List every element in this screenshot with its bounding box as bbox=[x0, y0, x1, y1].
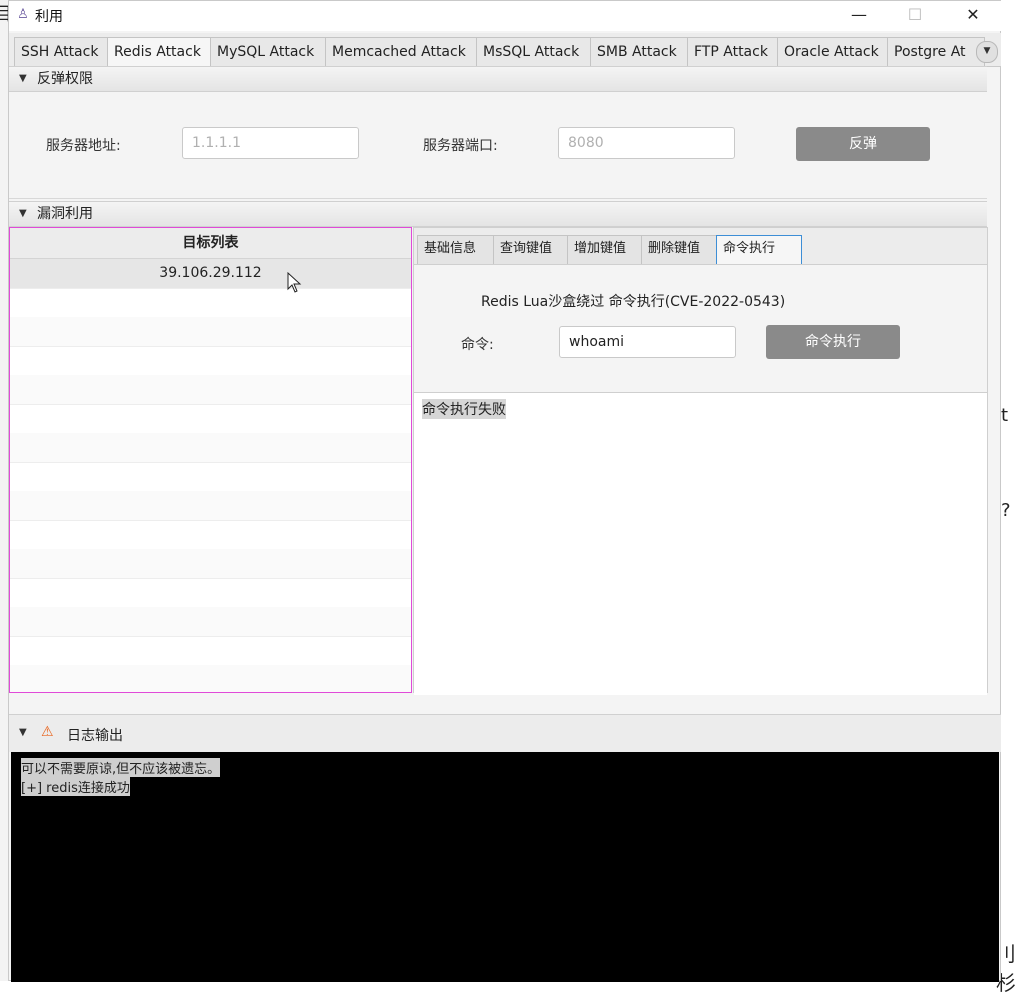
exploit-subtab-bar: 基础信息 查询键值 增加键值 删除键值 命令执行 bbox=[414, 228, 987, 265]
command-input[interactable]: whoami bbox=[559, 326, 736, 358]
section-header-reverse[interactable]: ▼ 反弹权限 bbox=[9, 66, 987, 92]
reverse-button[interactable]: 反弹 bbox=[796, 127, 930, 161]
tab-ftp-attack[interactable]: FTP Attack bbox=[687, 37, 789, 68]
reverse-panel: 服务器地址: 1.1.1.1 服务器端口: 8080 反弹 bbox=[9, 92, 987, 199]
subtab-basic-info[interactable]: 基础信息 bbox=[417, 235, 504, 264]
background-text-right-1: t bbox=[1001, 405, 1009, 426]
empty-row bbox=[10, 665, 411, 692]
window-title: 利用 bbox=[35, 9, 63, 25]
section-title-reverse: 反弹权限 bbox=[37, 71, 93, 87]
server-port-input[interactable]: 8080 bbox=[558, 127, 735, 159]
app-icon: ♙ bbox=[17, 7, 29, 22]
maximize-button[interactable]: ☐ bbox=[891, 1, 939, 31]
tab-smb-attack[interactable]: SMB Attack bbox=[590, 37, 699, 68]
section-title-exploit: 漏洞利用 bbox=[37, 206, 93, 222]
empty-row bbox=[10, 578, 411, 608]
collapse-triangle-icon: ▼ bbox=[19, 727, 27, 738]
section-header-exploit[interactable]: ▼ 漏洞利用 bbox=[9, 201, 987, 227]
collapse-triangle-icon: ▼ bbox=[19, 73, 27, 84]
empty-row bbox=[10, 636, 411, 666]
collapse-triangle-icon: ▼ bbox=[19, 208, 27, 219]
tab-overflow-chevron-icon[interactable]: ▼ bbox=[976, 41, 998, 63]
empty-row bbox=[10, 404, 411, 434]
command-exec-button[interactable]: 命令执行 bbox=[766, 325, 900, 359]
vuln-title: Redis Lua沙盒绕过 命令执行(CVE-2022-0543) bbox=[481, 294, 786, 310]
subtab-command-exec[interactable]: 命令执行 bbox=[716, 235, 802, 264]
log-line: 可以不需要原谅,但不应该被遗忘。 bbox=[21, 758, 221, 777]
subtab-query-key[interactable]: 查询键值 bbox=[493, 235, 578, 264]
target-list[interactable]: 目标列表 39.106.29.112 bbox=[9, 227, 412, 693]
empty-row bbox=[10, 462, 411, 492]
tab-oracle-attack[interactable]: Oracle Attack bbox=[777, 37, 899, 68]
mouse-cursor-icon bbox=[287, 272, 302, 293]
empty-row bbox=[10, 491, 411, 521]
exploit-detail-pane: 基础信息 查询键值 增加键值 删除键值 命令执行 Redis Lua沙盒绕过 命… bbox=[413, 227, 988, 695]
empty-row bbox=[10, 433, 411, 463]
subtab-add-key[interactable]: 增加键值 bbox=[567, 235, 652, 264]
tab-mysql-attack[interactable]: MySQL Attack bbox=[210, 37, 337, 68]
empty-row bbox=[10, 375, 411, 405]
title-bar[interactable]: ♙ 利用 — ☐ ✕ bbox=[9, 1, 1001, 31]
empty-row bbox=[10, 317, 411, 347]
background-left-edge: 目 bbox=[0, 0, 12, 981]
server-address-label: 服务器地址: bbox=[46, 138, 121, 154]
subtab-delete-key[interactable]: 删除键值 bbox=[641, 235, 727, 264]
tab-mssql-attack[interactable]: MsSQL Attack bbox=[476, 37, 602, 68]
empty-row bbox=[10, 549, 411, 579]
target-list-header: 目标列表 bbox=[10, 228, 411, 259]
empty-row bbox=[10, 288, 411, 318]
attack-tab-bar: SSH Attack Redis Attack MySQL Attack Mem… bbox=[9, 33, 1001, 68]
section-header-log[interactable]: ▼ ⚠ 日志输出 bbox=[9, 714, 1001, 752]
empty-row bbox=[10, 607, 411, 637]
tab-redis-attack[interactable]: Redis Attack bbox=[107, 37, 222, 68]
log-console[interactable]: 可以不需要原谅,但不应该被遗忘。 [+] redis连接成功 bbox=[11, 752, 999, 982]
command-label: 命令: bbox=[461, 337, 494, 353]
warning-icon: ⚠ bbox=[41, 724, 54, 740]
empty-row bbox=[10, 520, 411, 550]
server-port-label: 服务器端口: bbox=[423, 138, 498, 154]
exploit-window: ♙ 利用 — ☐ ✕ SSH Attack Redis Attack MySQL… bbox=[8, 0, 1001, 982]
target-row[interactable]: 39.106.29.112 bbox=[10, 259, 411, 289]
log-line: [+] redis连接成功 bbox=[21, 777, 130, 796]
server-address-input[interactable]: 1.1.1.1 bbox=[182, 127, 359, 159]
result-text: 命令执行失败 bbox=[422, 399, 506, 419]
minimize-button[interactable]: — bbox=[835, 1, 883, 31]
close-button[interactable]: ✕ bbox=[949, 1, 997, 31]
empty-row bbox=[10, 346, 411, 376]
section-title-log: 日志输出 bbox=[67, 728, 123, 744]
tab-memcached-attack[interactable]: Memcached Attack bbox=[325, 37, 488, 68]
tab-postgre-attack[interactable]: Postgre At bbox=[887, 37, 985, 68]
background-right-edge: t ? 刂杉 bbox=[996, 0, 1024, 995]
tab-ssh-attack[interactable]: SSH Attack bbox=[14, 37, 119, 68]
background-text-right-2: ? bbox=[1001, 500, 1011, 521]
result-area[interactable]: 命令执行失败 bbox=[414, 392, 987, 695]
